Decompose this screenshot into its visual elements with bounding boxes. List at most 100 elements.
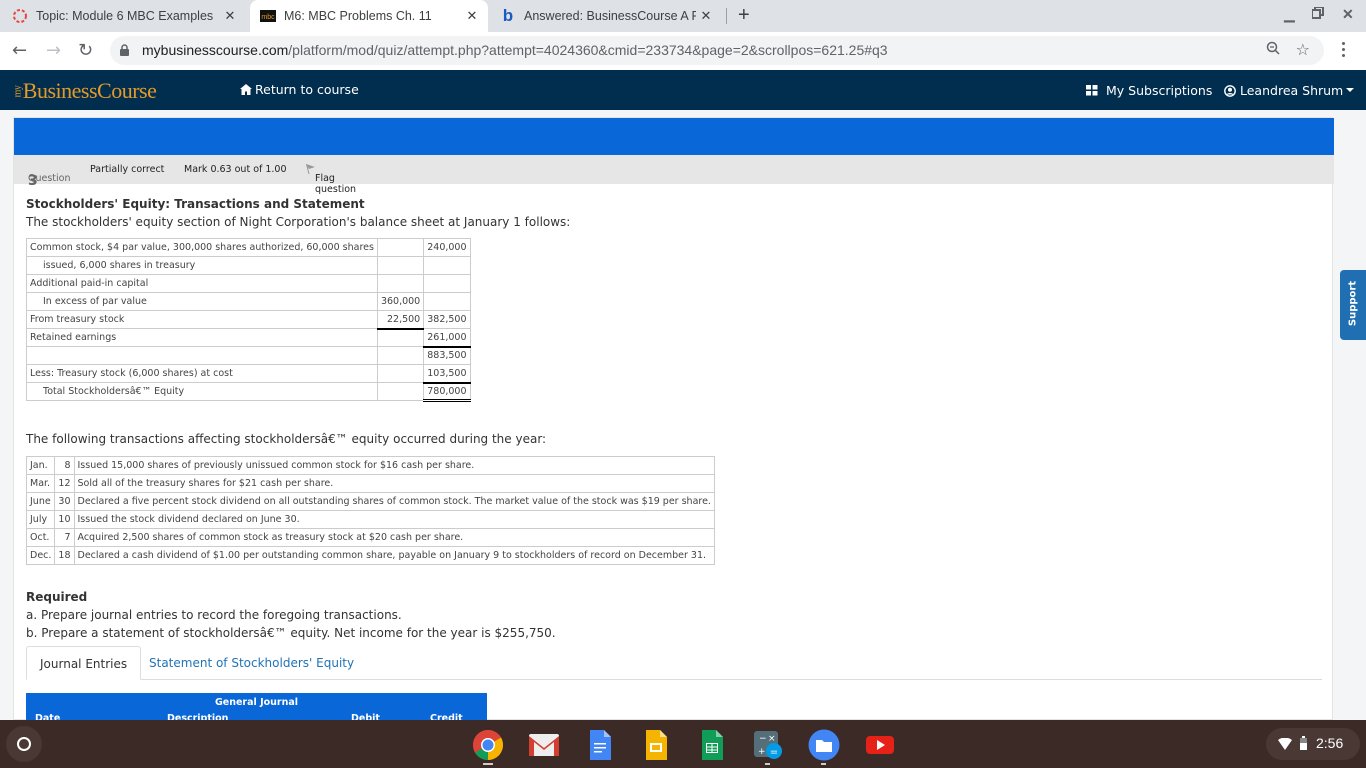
transaction-month: July (25, 510, 56, 529)
transaction-month: Dec. (25, 546, 56, 565)
files-icon[interactable] (808, 729, 840, 761)
return-label: Return to course (255, 82, 359, 97)
address-bar[interactable]: mybusinesscourse.com/platform/mod/quiz/a… (110, 36, 1324, 65)
close-tab-icon[interactable]: ✕ (698, 8, 714, 24)
logo-text: BusinessCourse (22, 78, 157, 103)
general-journal-title: General Journal (214, 697, 299, 708)
transaction-day: 30 (54, 492, 75, 511)
svg-text:+: + (758, 747, 766, 757)
transactions-table: Jan. 8 Issued 15,000 shares of previously … (25, 456, 715, 565)
home-icon (240, 84, 252, 95)
browser-menu-icon[interactable] (1340, 42, 1348, 60)
system-tray[interactable]: 2:56 (1266, 728, 1360, 760)
line-item-label (26, 346, 378, 365)
total-amount: 240,000 (423, 238, 471, 257)
url-path: /platform/mod/quiz/attempt.php?attempt=4… (288, 42, 888, 58)
transaction-month: Jan. (25, 456, 56, 475)
transaction-month: Oct. (25, 528, 56, 547)
total-amount: 382,500 (423, 310, 471, 329)
site-navbar: myBusinessCourse Return to course My Sub… (0, 70, 1366, 110)
transaction-row: June 30 Declared a five percent stock divi… (25, 492, 715, 511)
subtotal-amount (376, 346, 425, 365)
calculator-icon[interactable]: − × + = (752, 729, 784, 761)
user-icon (1224, 84, 1236, 97)
transaction-day: 18 (54, 546, 75, 565)
gmail-icon[interactable] (528, 729, 560, 761)
wifi-icon (1278, 738, 1292, 750)
support-button[interactable]: Support (1340, 270, 1366, 340)
bookmark-star-icon[interactable]: ☆ (1296, 40, 1310, 59)
flag-question-button[interactable]: Flag question (306, 163, 356, 195)
transaction-text: Sold all of the treasury shares for $21 … (73, 474, 715, 493)
transaction-row: Mar. 12 Sold all of the treasury shares fo… (25, 474, 715, 493)
flag-icon (306, 163, 315, 175)
question-intro: The stockholders' equity section of Nigh… (26, 215, 571, 229)
url-text[interactable]: mybusinesscourse.com/platform/mod/quiz/a… (142, 42, 888, 58)
question-status: Partially correct (90, 164, 165, 175)
browser-tab[interactable]: Topic: Module 6 MBC Examples ✕ (12, 0, 246, 32)
question-title: Stockholders' Equity: Transactions and S… (26, 197, 365, 211)
line-item-label: Total Stockholdersâ€™ Equity (26, 382, 378, 401)
question-number: 3 (28, 173, 38, 189)
subtotal-amount (376, 364, 425, 383)
required-heading: Required (26, 590, 88, 604)
sheets-icon[interactable] (696, 729, 728, 761)
grid-icon (1086, 85, 1098, 96)
spinner-icon (12, 8, 28, 24)
tab-statement-of-stockholders-equity[interactable]: Statement of Stockholders' Equity (136, 646, 367, 680)
bartleby-icon: b (502, 6, 514, 25)
launcher-button[interactable] (6, 726, 42, 762)
flag-label: Flag question (315, 173, 357, 195)
svg-text:−: − (759, 734, 767, 744)
site-logo[interactable]: myBusinessCourse (12, 78, 156, 104)
subscriptions-label: My Subscriptions (1106, 83, 1213, 98)
transaction-day: 12 (54, 474, 75, 493)
mbc-icon: mbc (260, 8, 276, 24)
chrome-icon[interactable] (472, 729, 504, 761)
youtube-icon[interactable] (864, 729, 896, 761)
chevron-down-icon[interactable] (1346, 88, 1354, 92)
lock-icon (120, 44, 129, 56)
close-tab-icon[interactable]: ✕ (222, 8, 238, 24)
close-window-button[interactable]: ✕ (1342, 6, 1354, 23)
subtotal-amount: 360,000 (376, 292, 425, 311)
return-to-course-link[interactable]: Return to course (240, 82, 359, 97)
line-item-label: issued, 6,000 shares in treasury (26, 256, 378, 275)
tab-title: M6: MBC Problems Ch. 11 (284, 9, 432, 23)
balance-sheet-row: 883,500 (26, 346, 471, 365)
transaction-row: Dec. 18 Declared a cash dividend of $1.00 … (25, 546, 715, 565)
slides-icon[interactable] (640, 729, 672, 761)
line-item-label: Retained earnings (26, 328, 378, 347)
transaction-text: Issued 15,000 shares of previously uniss… (73, 456, 715, 475)
browser-tab-active[interactable]: mbc M6: MBC Problems Ch. 11 ✕ (250, 0, 488, 32)
transaction-day: 7 (54, 528, 75, 547)
svg-text:×: × (768, 734, 776, 744)
required-a: a. Prepare journal entries to record the… (26, 608, 402, 622)
close-tab-icon[interactable]: ✕ (464, 8, 480, 24)
transaction-row: July 10 Issued the stock dividend declared… (25, 510, 715, 529)
browser-tab[interactable]: b Answered: BusinessCourse A Re ✕ (500, 0, 722, 32)
balance-sheet-row: In excess of par value 360,000 (26, 292, 471, 311)
back-button[interactable]: ← (12, 41, 27, 61)
minimize-button[interactable]: ▁ (1284, 6, 1295, 23)
balance-sheet-row: From treasury stock 22,500 382,500 (26, 310, 471, 330)
forward-button[interactable]: → (46, 41, 61, 61)
total-amount: 103,500 (423, 364, 471, 384)
restore-button[interactable] (1311, 6, 1324, 22)
reload-button[interactable]: ↻ (78, 41, 93, 61)
my-subscriptions-link[interactable]: My Subscriptions (1086, 83, 1212, 98)
tab-title: Topic: Module 6 MBC Examples (36, 9, 214, 23)
docs-icon[interactable] (584, 729, 616, 761)
zoom-out-icon[interactable] (1266, 41, 1280, 59)
logo-prefix: my (12, 85, 24, 98)
transactions-intro: The following transactions affecting sto… (26, 432, 547, 446)
general-journal-header: General Journal Date Description Debit C… (26, 693, 487, 724)
required-b: b. Prepare a statement of stockholdersâ€… (26, 626, 556, 640)
launcher-icon (17, 737, 31, 751)
line-item-label: Less: Treasury stock (6,000 shares) at c… (26, 364, 378, 383)
line-item-label: Additional paid-in capital (26, 274, 378, 293)
tab-journal-entries[interactable]: Journal Entries (26, 646, 142, 680)
subtotal-amount (376, 274, 425, 293)
new-tab-button[interactable]: + (738, 4, 750, 27)
user-menu[interactable]: Leandrea Shrum (1224, 83, 1343, 98)
